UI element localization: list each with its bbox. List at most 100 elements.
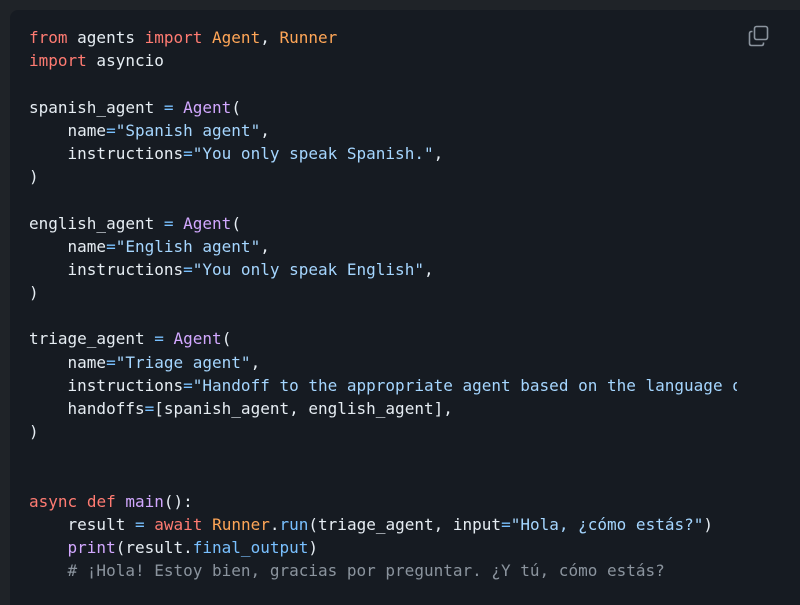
code-token: instructions bbox=[29, 259, 184, 279]
code-line: name="Triage agent", bbox=[29, 351, 737, 374]
code-token: "Spanish agent" bbox=[115, 120, 261, 140]
code-line: result = await Runner.run(triage_agent, … bbox=[29, 513, 737, 536]
code-token: agents bbox=[67, 28, 145, 47]
code-line: import asyncio bbox=[29, 49, 737, 72]
code-token: name bbox=[29, 352, 107, 372]
code-token: instructions bbox=[29, 375, 184, 395]
code-token: "You only speak English" bbox=[192, 259, 424, 279]
code-token: Agent bbox=[183, 97, 232, 117]
code-token: [spanish_agent, english_agent], bbox=[154, 399, 453, 418]
code-line: print(result.final_output) bbox=[29, 536, 737, 559]
code-token: # ¡Hola! Estoy bien, gracias por pregunt… bbox=[29, 561, 665, 581]
code-token: final_output bbox=[192, 538, 309, 558]
code-token: english_agent bbox=[29, 213, 164, 233]
code-line: instructions="You only speak English", bbox=[29, 258, 737, 281]
code-token: , bbox=[260, 28, 280, 47]
code-token: (result. bbox=[115, 538, 193, 558]
code-token: = bbox=[134, 514, 145, 534]
code-token: async bbox=[29, 491, 78, 511]
code-token: ( bbox=[231, 97, 241, 117]
code-token: "Handoff to the appropriate agent based … bbox=[192, 375, 737, 395]
code-line: ) bbox=[29, 165, 737, 188]
code-line: handoffs=[spanish_agent, english_agent], bbox=[29, 397, 737, 420]
code-line: triage_agent = Agent( bbox=[29, 327, 737, 350]
code-token: = bbox=[154, 329, 164, 349]
code-token: main bbox=[125, 491, 164, 511]
code-line: spanish_agent = Agent( bbox=[29, 96, 737, 119]
code-token: (triage_agent, input bbox=[308, 514, 502, 534]
code-token: Agent bbox=[183, 213, 232, 233]
code-token: ) bbox=[29, 422, 39, 442]
code-token: Agent bbox=[212, 28, 261, 47]
code-token: Runner bbox=[279, 28, 338, 47]
code-token: = bbox=[144, 399, 155, 418]
code-token: result bbox=[29, 514, 135, 534]
code-token: , bbox=[433, 143, 444, 163]
code-token: spanish_agent bbox=[29, 97, 164, 117]
code-token: ) bbox=[703, 514, 713, 534]
code-line: from agents import Agent, Runner bbox=[29, 26, 737, 49]
code-token: . bbox=[269, 514, 280, 534]
code-token: name bbox=[29, 236, 107, 256]
code-token: , bbox=[260, 120, 270, 140]
code-token: = bbox=[501, 514, 511, 534]
code-line: ) bbox=[29, 281, 737, 304]
code-token: import bbox=[144, 28, 203, 47]
code-token: = bbox=[106, 120, 116, 140]
code-token: ) bbox=[29, 167, 39, 187]
code-token: "English agent" bbox=[115, 236, 261, 256]
code-token: ) bbox=[308, 538, 318, 558]
code-token: ( bbox=[231, 213, 241, 233]
code-token: = bbox=[183, 375, 193, 395]
code-token: triage_agent bbox=[29, 329, 155, 349]
code-line: name="English agent", bbox=[29, 235, 737, 258]
code-line: async def main(): bbox=[29, 490, 737, 513]
code-token: "Triage agent" bbox=[115, 352, 251, 372]
code-token: Agent bbox=[173, 329, 222, 349]
code-line: instructions="You only speak Spanish.", bbox=[29, 142, 737, 165]
code-token: , bbox=[250, 352, 261, 372]
code-line: name="Spanish agent", bbox=[29, 119, 737, 142]
code-token: = bbox=[183, 259, 193, 279]
code-token: (): bbox=[163, 491, 193, 511]
code-panel: from agents import Agent, Runner import a… bbox=[10, 10, 800, 605]
code-token: name bbox=[29, 120, 107, 140]
code-token: = bbox=[106, 236, 116, 256]
code-token: ) bbox=[29, 283, 39, 303]
code-token: print bbox=[67, 538, 116, 558]
code-token: , bbox=[260, 236, 270, 256]
code-token: = bbox=[106, 352, 116, 372]
code-line: instructions="Handoff to the appropriate… bbox=[29, 374, 737, 397]
code-token: = bbox=[183, 143, 193, 163]
code-token: = bbox=[163, 213, 174, 233]
code-token: "Hola, ¿cómo estás?" bbox=[510, 514, 704, 534]
code-block[interactable]: from agents import Agent, Runner import a… bbox=[29, 26, 737, 583]
code-token: ( bbox=[221, 329, 232, 349]
code-token: run bbox=[279, 514, 309, 534]
code-line: ) bbox=[29, 420, 737, 443]
copy-icon bbox=[748, 25, 769, 47]
copy-button[interactable] bbox=[748, 25, 770, 47]
code-token: import bbox=[29, 51, 87, 71]
code-token: from bbox=[29, 28, 68, 47]
code-token: Runner bbox=[212, 514, 270, 534]
code-token: "You only speak Spanish." bbox=[192, 143, 434, 163]
code-line: english_agent = Agent( bbox=[29, 212, 737, 235]
code-token: asyncio bbox=[86, 51, 164, 71]
code-token: instructions bbox=[29, 143, 184, 163]
code-token: def bbox=[86, 491, 116, 511]
